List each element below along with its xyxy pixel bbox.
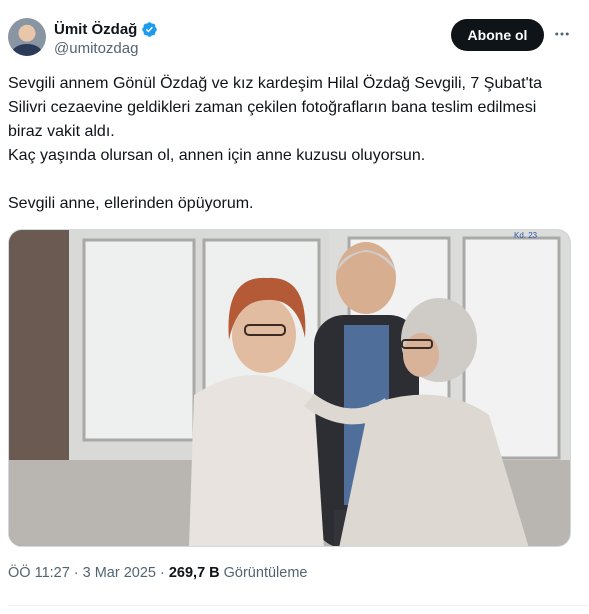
tweet: Ümit Özdağ @umitozdag Abone ol Sevgili a… [0,0,589,614]
photo-illustration: Kd. 23 [9,230,570,546]
verified-badge-icon[interactable] [141,21,158,38]
divider [8,605,589,606]
user-handle[interactable]: @umitozdag [54,40,138,57]
tweet-paragraph: Sevgili anne, ellerinden öpüyorum. [8,195,254,212]
tweet-time[interactable]: ÖÖ 11:27 [8,565,70,581]
more-dots-icon[interactable] [552,24,572,44]
meta-separator: · [73,565,79,581]
tweet-date[interactable]: 3 Mar 2025 [83,565,156,581]
avatar-shirt [12,44,42,56]
display-name[interactable]: Ümit Özdağ [54,21,137,38]
follow-button[interactable]: Abone ol [451,19,544,51]
meta-separator: · [160,565,165,581]
name-row: Ümit Özdağ [54,19,158,39]
tweet-paragraph: Sevgili annem Gönül Özdağ ve kız kardeşi… [8,75,542,140]
avatar[interactable] [8,18,46,56]
photo-note: Kd. 23 [514,231,538,240]
tweet-meta: ÖÖ 11:27 · 3 Mar 2025 · 269,7 B Görüntül… [8,565,307,581]
views-label: Görüntüleme [223,565,308,581]
tweet-paragraph: Kaç yaşında olursan ol, annen için anne … [8,147,426,164]
tweet-text: Sevgili annem Gönül Özdağ ve kız kardeşi… [8,72,568,216]
views-count: 269,7 B [168,565,220,581]
tweet-photo[interactable]: Kd. 23 [8,229,571,547]
